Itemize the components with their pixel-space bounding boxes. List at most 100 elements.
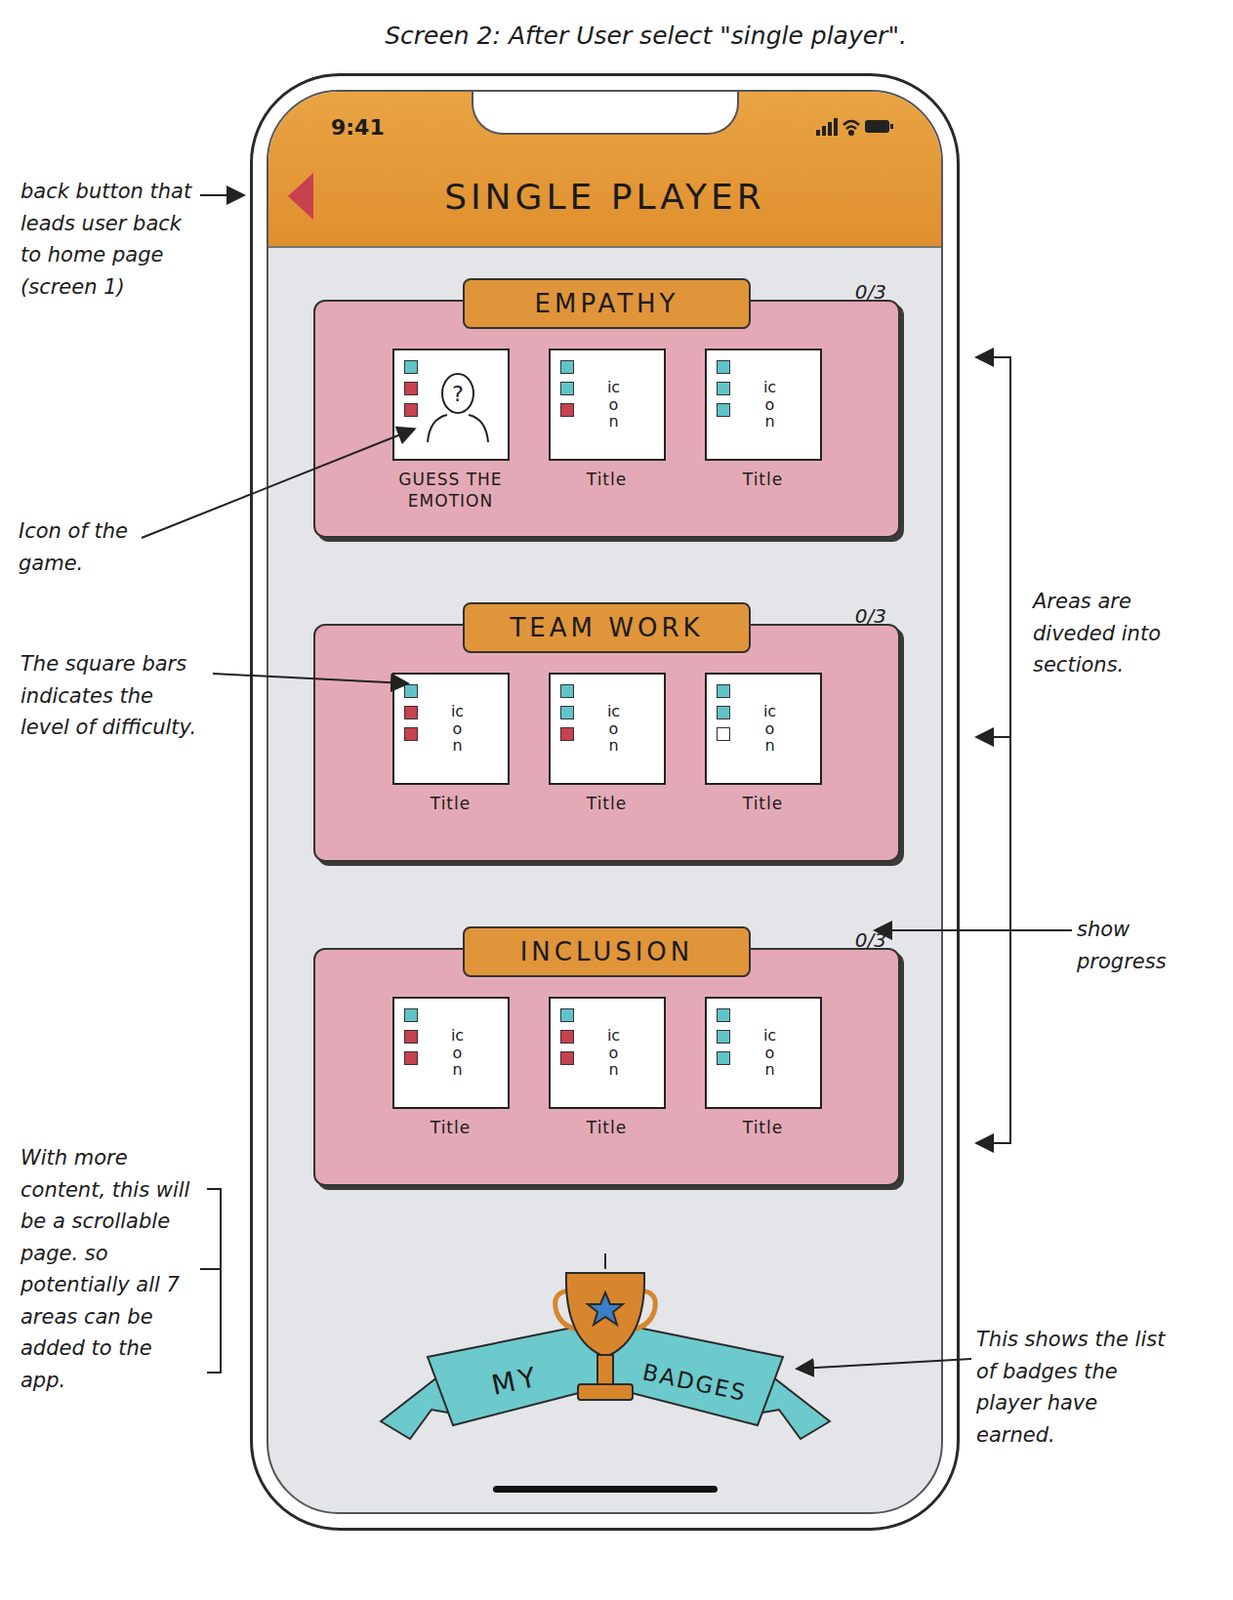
difficulty-square	[716, 1051, 731, 1066]
icon-placeholder: icon	[606, 378, 622, 431]
game-title: Title	[742, 792, 783, 815]
section-progress: 0/3	[855, 928, 887, 952]
game-title: Title	[430, 792, 471, 815]
game-item[interactable]: icon Title	[699, 996, 827, 1169]
area-section: TEAM WORK0/3iconTitleiconTitleiconTitle	[313, 602, 901, 863]
difficulty-square	[404, 1008, 418, 1023]
game-tile[interactable]: icon	[392, 672, 510, 785]
game-tile[interactable]: ?	[392, 348, 510, 461]
difficulty-square	[404, 1029, 418, 1044]
difficulty-square	[560, 360, 575, 374]
annotation-bracket	[987, 357, 1011, 1144]
annotation-arrow	[798, 1358, 972, 1369]
annotation-arrow	[978, 356, 988, 359]
difficulty-square	[560, 1051, 575, 1066]
status-icons	[816, 116, 895, 138]
difficulty-square	[404, 684, 418, 699]
difficulty-square	[404, 381, 418, 396]
phone-notch	[471, 89, 740, 135]
icon-placeholder: icon	[606, 1027, 622, 1079]
svg-text:MY: MY	[488, 1359, 542, 1402]
difficulty-square	[560, 1008, 575, 1023]
annotation-arrow	[978, 736, 1011, 739]
page: Screen 2: After User select "single play…	[0, 0, 1233, 1600]
area-section: EMPATHY0/3?GUESS THE EMOTIONiconTitleico…	[313, 278, 901, 538]
game-item[interactable]: iconTitle	[543, 672, 671, 845]
section-card: ? GUESS THE EMOTION iconTitleiconTitle	[313, 299, 901, 538]
annotation-arrow	[212, 673, 407, 684]
game-item[interactable]: iconTitle	[543, 996, 671, 1169]
home-indicator	[493, 1485, 718, 1493]
header-title: SINGLE PLAYER	[336, 176, 873, 217]
difficulty-square	[560, 381, 575, 396]
annotation-line	[200, 1268, 221, 1271]
difficulty-bars	[716, 1008, 731, 1098]
difficulty-square	[404, 1051, 418, 1066]
game-title: Title	[742, 1116, 783, 1139]
difficulty-square	[560, 727, 575, 741]
game-tile[interactable]: icon	[548, 996, 666, 1110]
annotation-note: Icon of the game.	[18, 515, 138, 579]
difficulty-square	[716, 360, 731, 374]
section-progress: 0/3	[855, 280, 887, 304]
back-button[interactable]	[287, 172, 314, 220]
game-icon-area: icon	[730, 360, 811, 450]
icon-placeholder: icon	[762, 378, 779, 431]
game-tile[interactable]: icon	[392, 996, 510, 1110]
battery-icon	[864, 120, 894, 133]
game-icon-area: ?	[417, 360, 498, 450]
annotation-arrows	[0, 0, 1233, 1600]
game-item[interactable]: icon Title	[387, 996, 515, 1169]
avatar-icon: ?	[423, 366, 493, 445]
game-title: GUESS THE EMOTION	[387, 468, 515, 512]
page-title: Screen 2: After User select "single play…	[0, 0, 1233, 59]
difficulty-square	[716, 705, 731, 720]
game-item[interactable]: ? GUESS THE EMOTION	[387, 348, 515, 521]
game-tile[interactable]: icon	[704, 996, 822, 1110]
phone-frame: 9:41SINGLE PLAYEREMPATHY0/3?GUESS THE EM…	[249, 73, 960, 1531]
signal-icon	[816, 118, 838, 136]
icon-placeholder: icon	[450, 702, 466, 755]
wifi-icon	[843, 121, 860, 135]
annotation-note: This shows the list of badges the player…	[976, 1323, 1182, 1451]
section-label: INCLUSION	[462, 926, 751, 978]
annotation-arrow	[141, 429, 413, 538]
difficulty-bars	[404, 684, 418, 774]
section-label: TEAM WORK	[462, 602, 751, 654]
annotation-arrow	[200, 194, 243, 197]
difficulty-bars	[560, 360, 575, 450]
game-tile[interactable]: icon	[704, 672, 822, 785]
difficulty-square	[716, 381, 731, 396]
annotation-note: show progress	[1076, 913, 1214, 978]
annotation-note: The square bars indicates the level of d…	[20, 648, 206, 744]
difficulty-bars	[560, 1008, 575, 1098]
game-icon-area: icon	[417, 1008, 498, 1098]
svg-text:BADGES: BADGES	[640, 1358, 749, 1406]
svg-text:?: ?	[452, 381, 464, 407]
icon-placeholder: icon	[762, 1027, 779, 1079]
badges-area: MY BADGES	[268, 1186, 942, 1513]
my-badges-button[interactable]: MY BADGES	[370, 1247, 840, 1443]
game-icon-area: icon	[730, 1008, 811, 1098]
annotation-note: back button that leads user back to home…	[20, 175, 197, 303]
game-item[interactable]: icon Title	[387, 672, 515, 845]
game-tile[interactable]: icon	[548, 672, 666, 785]
game-icon-area: icon	[417, 684, 498, 774]
difficulty-square	[560, 684, 575, 699]
difficulty-square	[404, 403, 418, 417]
annotation-bracket	[206, 1189, 221, 1373]
difficulty-square	[716, 403, 731, 417]
difficulty-square	[404, 705, 418, 720]
difficulty-square	[716, 1029, 731, 1044]
game-tile[interactable]: icon	[548, 348, 666, 461]
game-item[interactable]: icon Title	[699, 672, 827, 845]
game-icon-area: icon	[574, 360, 655, 450]
game-icon-area: icon	[730, 684, 811, 774]
game-title: Title	[430, 1116, 471, 1139]
game-item[interactable]: iconTitle	[699, 348, 827, 521]
area-section: INCLUSION0/3iconTitleiconTitleiconTitle	[313, 926, 901, 1187]
game-item[interactable]: iconTitle	[543, 348, 671, 521]
difficulty-square	[716, 727, 731, 741]
annotation-arrow	[876, 929, 1072, 932]
game-tile[interactable]: icon	[704, 348, 822, 461]
